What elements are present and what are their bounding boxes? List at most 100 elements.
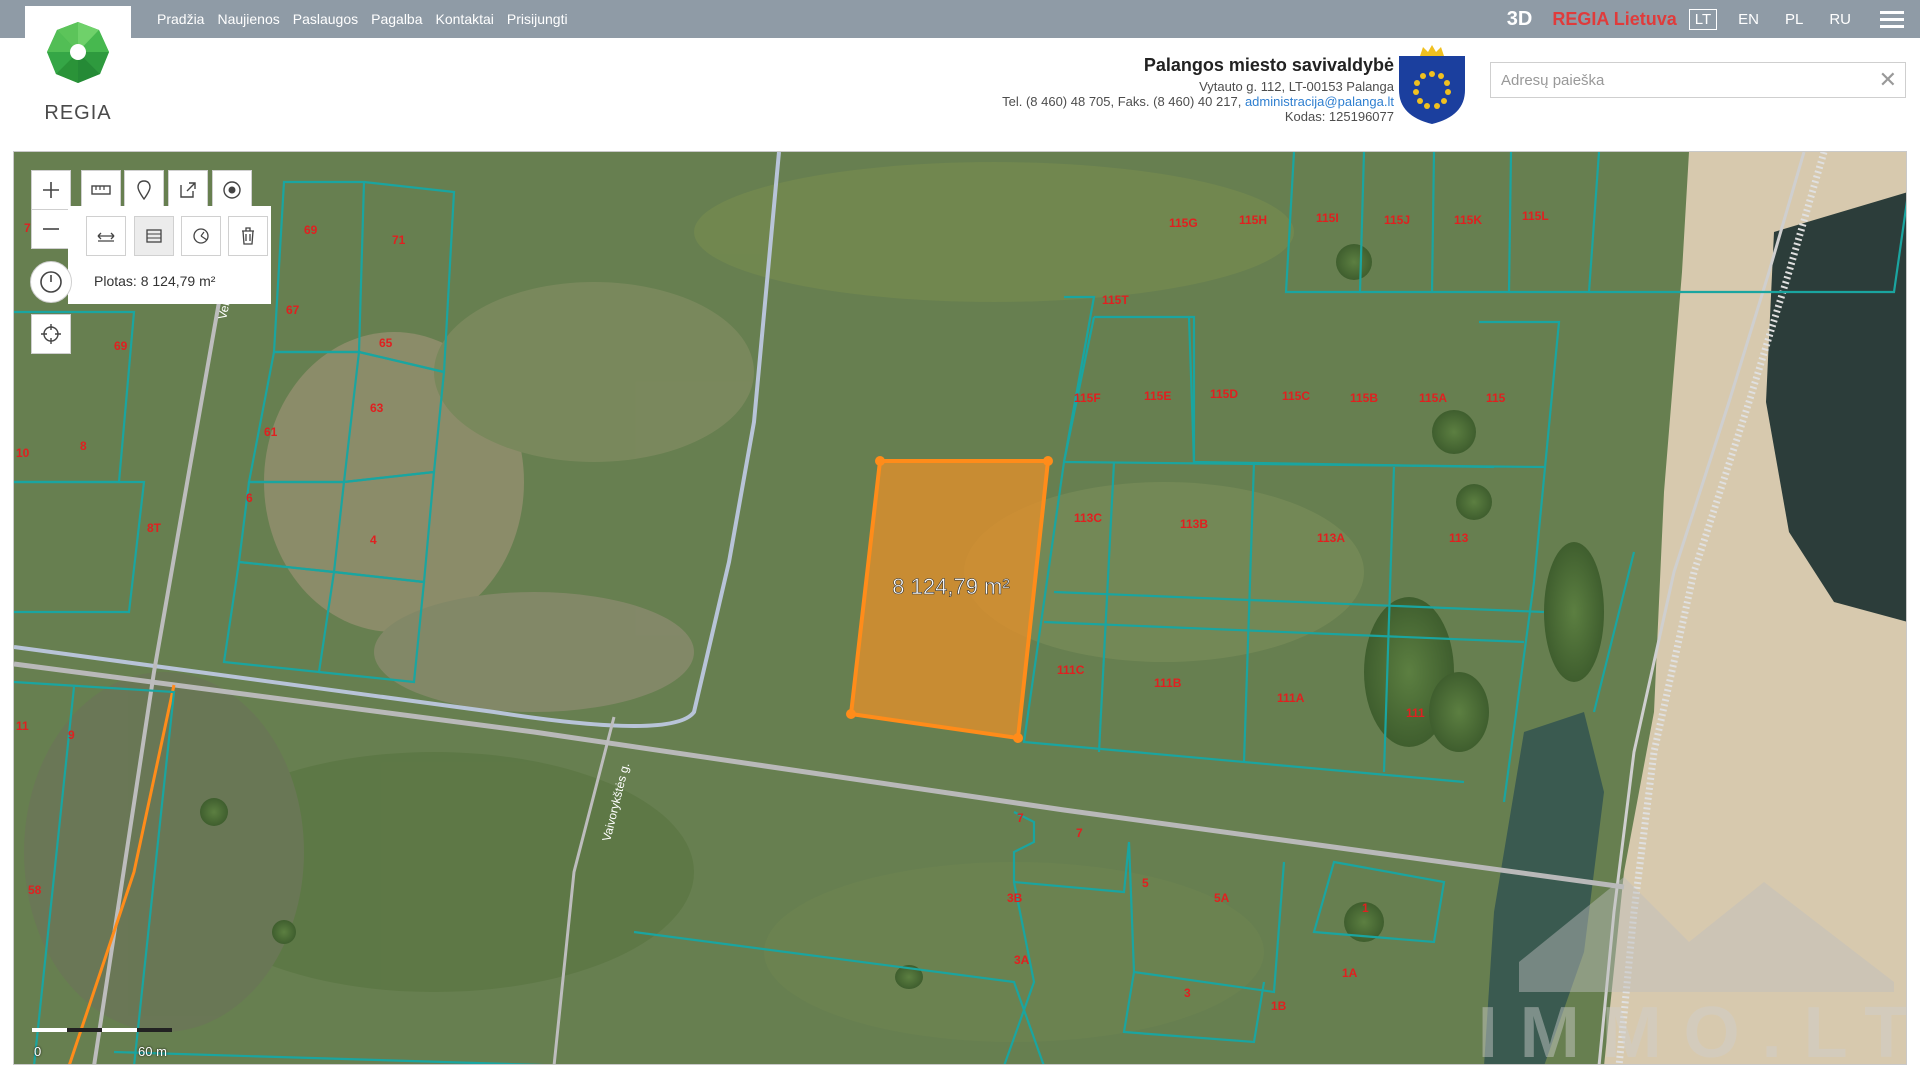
ruler-icon — [91, 185, 111, 195]
distance-icon — [97, 232, 115, 242]
map-canvas[interactable]: 8 124,79 m² 115G 115H 115I 115J 115K 115… — [14, 152, 1907, 1065]
parcel-label: 113 — [1449, 531, 1469, 545]
parcel-label: 69 — [114, 339, 128, 353]
parcel-label: 115F — [1074, 391, 1101, 405]
regia-logo-icon — [47, 22, 109, 83]
plus-icon — [43, 182, 59, 198]
nav-home[interactable]: Pradžia — [157, 11, 204, 27]
locate-me-button[interactable] — [31, 314, 71, 354]
share-button[interactable] — [168, 170, 208, 210]
address-search: ✕ — [1490, 62, 1906, 98]
parcel-label: 5A — [1214, 891, 1230, 905]
trash-icon — [242, 227, 254, 245]
parcel-label: 115 — [1486, 391, 1506, 405]
parcel-label: 11 — [16, 719, 29, 733]
parcel-label: 115L — [1522, 209, 1549, 223]
parcel-label: 115K — [1454, 213, 1482, 227]
scale-end-label: 60 m — [138, 1044, 167, 1059]
measure-tool-button[interactable] — [81, 170, 121, 210]
lang-en[interactable]: EN — [1733, 10, 1764, 29]
municipality-email-link[interactable]: administracija@palanga.lt — [1245, 94, 1394, 109]
parcel-label: 115T — [1102, 293, 1129, 307]
lang-lt[interactable]: LT — [1688, 8, 1718, 30]
parcel-label: 8 — [80, 439, 87, 453]
vertex-handle[interactable] — [846, 709, 856, 719]
nav-services[interactable]: Paslaugos — [293, 11, 358, 27]
vertex-handle[interactable] — [1013, 733, 1023, 743]
share-icon — [180, 182, 196, 198]
measure-distance-button[interactable] — [86, 216, 126, 256]
parcel-label: 71 — [392, 233, 406, 247]
area-result-text: Plotas: 8 124,79 m² — [94, 273, 216, 289]
parcel-label: 3A — [1014, 953, 1030, 967]
regia-logo[interactable]: REGIA — [25, 6, 131, 128]
parcel-label: 58 — [28, 883, 42, 897]
nav-news[interactable]: Naujienos — [217, 11, 279, 27]
target-icon — [223, 181, 241, 199]
measure-radius-button[interactable] — [181, 216, 221, 256]
parcel-label: 111B — [1154, 676, 1182, 690]
municipality-name: Palangos miesto savivaldybė — [1143, 55, 1394, 75]
parcel-label: 3 — [1184, 986, 1191, 1000]
parcel-label: 3B — [1007, 891, 1023, 905]
nav-contacts[interactable]: Kontaktai — [436, 11, 494, 27]
map-pin-icon — [137, 180, 151, 201]
lang-pl[interactable]: PL — [1780, 10, 1808, 29]
zoom-in-button[interactable] — [31, 170, 71, 210]
parcel-label: 115G — [1169, 216, 1198, 230]
parcel-label: 115E — [1144, 389, 1171, 403]
parcel-label: 67 — [286, 303, 300, 317]
scale-bar — [32, 1028, 172, 1032]
vertex-handle[interactable] — [875, 456, 885, 466]
main-nav: Pradžia Naujienos Paslaugos Pagalba Kont… — [157, 0, 568, 38]
minus-icon — [43, 228, 59, 230]
clear-search-icon[interactable]: ✕ — [1879, 67, 1897, 93]
hamburger-menu-icon[interactable] — [1880, 10, 1904, 28]
measure-area-button[interactable] — [134, 216, 174, 256]
place-marker-button[interactable] — [124, 170, 164, 210]
measured-polygon[interactable] — [848, 459, 1051, 741]
clear-measure-button[interactable] — [228, 216, 268, 256]
parcel-label: 113C — [1074, 511, 1102, 525]
scale-start-label: 0 — [34, 1044, 42, 1059]
parcel-label: 65 — [379, 336, 393, 350]
clock-icon — [40, 271, 62, 293]
history-button[interactable] — [30, 261, 72, 303]
regia-lietuva-link[interactable]: REGIA Lietuva — [1552, 9, 1676, 30]
zoom-out-button[interactable] — [31, 209, 71, 249]
parcel-label: 7 — [24, 221, 31, 235]
3d-mode-button[interactable]: 3D — [1507, 8, 1533, 31]
parcel-label: 115H — [1239, 213, 1267, 227]
parcel-label: 10 — [16, 446, 30, 460]
map-view[interactable]: 8 124,79 m² 115G 115H 115I 115J 115K 115… — [13, 151, 1907, 1065]
parcel-label: 63 — [370, 401, 384, 415]
vertex-handle[interactable] — [1043, 456, 1053, 466]
parcel-label: 9 — [68, 728, 75, 742]
parcel-label: 111A — [1277, 691, 1305, 705]
area-icon — [146, 229, 162, 243]
parcel-label: 1A — [1342, 966, 1358, 980]
parcel-label: 115I — [1316, 211, 1339, 225]
parcel-label: 5 — [1142, 876, 1149, 890]
radius-icon — [193, 228, 209, 244]
watermark-text: IMMO.LT — [1478, 993, 1907, 1065]
logo-text: REGIA — [44, 102, 112, 124]
address-search-input[interactable] — [1491, 63, 1871, 97]
parcel-label: 6 — [246, 491, 253, 505]
area-label: 8 124,79 m² — [892, 574, 1009, 599]
parcel-label: 115D — [1210, 387, 1238, 401]
lang-ru[interactable]: RU — [1824, 10, 1856, 29]
municipality-contacts: Tel. (8 460) 48 705, Faks. (8 460) 40 21… — [1002, 94, 1394, 109]
parcel-label: 69 — [304, 223, 318, 237]
measured-area[interactable]: 8 124,79 m² — [846, 456, 1053, 743]
parcel-label: 7 — [1017, 811, 1024, 825]
parcel-label: 111C — [1057, 663, 1085, 677]
nav-help[interactable]: Pagalba — [371, 11, 422, 27]
nav-login[interactable]: Prisijungti — [507, 11, 568, 27]
layers-target-button[interactable] — [212, 170, 252, 210]
municipality-phone: Tel. (8 460) 48 705, Faks. (8 460) 40 21… — [1002, 94, 1242, 109]
municipality-code: Kodas: 125196077 — [1284, 109, 1394, 124]
parcel-label: 7 — [1076, 826, 1083, 840]
parcel-label: 115C — [1282, 389, 1310, 403]
parcel-label: 115A — [1419, 391, 1447, 405]
